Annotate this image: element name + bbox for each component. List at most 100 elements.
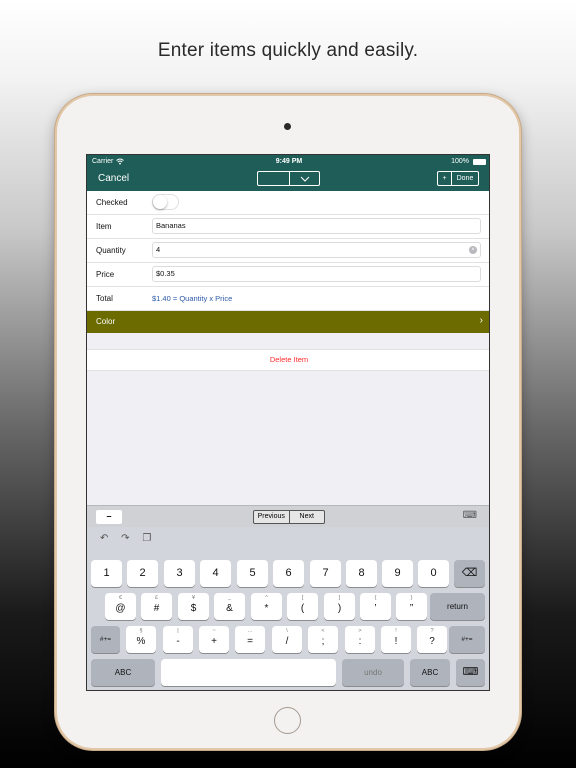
key-hint: ?: [430, 628, 434, 634]
home-button[interactable]: [274, 707, 301, 734]
symbol-key[interactable]: ~ +: [199, 626, 229, 653]
color-row[interactable]: Color ›: [87, 311, 489, 333]
number-key[interactable]: 2: [127, 560, 158, 587]
symbol-key[interactable]: {’: [360, 593, 391, 620]
key-label: /: [285, 636, 289, 647]
symbol-key[interactable]: §%: [126, 626, 156, 653]
item-form: Checked Item Bananas Quantity 4 × Price …: [87, 191, 489, 333]
quantity-field[interactable]: 4 ×: [152, 242, 481, 258]
item-row: Item Bananas: [87, 215, 489, 239]
key-hint: [: [301, 595, 304, 601]
key-label: -: [176, 636, 180, 647]
key-hint: \: [286, 628, 288, 634]
key-label: (: [300, 603, 305, 614]
headline: Enter items quickly and easily.: [157, 40, 419, 61]
key-hint: ^: [265, 595, 268, 601]
quantity-value: 4: [156, 245, 161, 254]
next-button[interactable]: Next: [290, 511, 325, 523]
item-label: Item: [96, 222, 112, 231]
battery-icon: [473, 159, 486, 165]
abc-left-key[interactable]: ABC: [91, 659, 155, 686]
key-label: ): [337, 603, 342, 614]
quantity-label: Quantity: [96, 246, 126, 255]
delete-key[interactable]: ⌫: [454, 560, 485, 587]
segment-blank[interactable]: [258, 172, 290, 185]
space-key[interactable]: [161, 659, 336, 686]
shift-symbols-left-key[interactable]: #+=: [91, 626, 120, 653]
key-hint: <: [321, 628, 325, 634]
status-bar: Carrier 9:49 PM 100%: [87, 155, 489, 169]
symbol-key[interactable]: [(: [287, 593, 318, 620]
key-label: %: [136, 636, 146, 647]
cancel-button[interactable]: Cancel: [98, 173, 129, 184]
key-hint: {: [374, 595, 377, 601]
keyboard-hide-icon[interactable]: ⌨: [463, 510, 477, 521]
key-hint: ]: [338, 595, 341, 601]
price-row: Price $0.35: [87, 263, 489, 287]
previous-button[interactable]: Previous: [254, 511, 290, 523]
shift-symbols-right-key[interactable]: #+=: [449, 626, 485, 653]
number-key[interactable]: 7: [310, 560, 341, 587]
symbol-key[interactable]: ¥ $: [178, 593, 209, 620]
symbol-key[interactable]: _ &: [214, 593, 245, 620]
symbol-key[interactable]: ]): [324, 593, 355, 620]
number-key[interactable]: 4: [200, 560, 231, 587]
symbol-key[interactable]: £ #: [141, 593, 172, 620]
symbol-key[interactable]: \ /: [272, 626, 302, 653]
add-button[interactable]: +: [438, 172, 452, 185]
symbol-key[interactable]: … =: [235, 626, 265, 653]
toggle-knob: [153, 195, 167, 209]
key-hint: ~: [212, 628, 216, 634]
number-key[interactable]: 8: [346, 560, 377, 587]
number-key[interactable]: 9: [382, 560, 413, 587]
prev-next-control: Previous Next: [253, 510, 325, 524]
symbol-key[interactable]: ^ *: [251, 593, 282, 620]
key-hint: ¥: [191, 595, 196, 601]
symbol-key[interactable]: ??: [417, 626, 447, 653]
return-key[interactable]: return: [430, 593, 485, 620]
redo-icon[interactable]: ↷: [121, 533, 129, 544]
chevron-down-icon: [300, 176, 309, 182]
segment-dropdown[interactable]: [290, 172, 319, 185]
symbol-key[interactable]: | -: [163, 626, 193, 653]
price-field[interactable]: $0.35: [152, 266, 481, 282]
number-key[interactable]: 1: [91, 560, 122, 587]
keyboard-dismiss-icon[interactable]: ⌨: [456, 659, 485, 686]
symbol-key[interactable]: }”: [396, 593, 427, 620]
symbol-key[interactable]: >:: [345, 626, 375, 653]
minus-button[interactable]: –: [96, 510, 122, 524]
paste-icon[interactable]: ❐: [142, 533, 151, 544]
total-label: Total: [96, 294, 113, 303]
undo-icon[interactable]: ↶: [100, 533, 108, 544]
undo-key[interactable]: undo: [342, 659, 404, 686]
quantity-row: Quantity 4 ×: [87, 239, 489, 263]
symbol-key[interactable]: <;: [308, 626, 338, 653]
number-key[interactable]: 6: [273, 560, 304, 587]
number-key[interactable]: 5: [237, 560, 268, 587]
done-button[interactable]: Done: [452, 175, 478, 182]
nav-actions: + Done: [437, 171, 479, 186]
key-label: ”: [409, 603, 414, 614]
key-label: ?: [429, 636, 435, 647]
total-value: $1.40 = Quantity x Price: [152, 294, 233, 303]
nav-bar: Cancel + Done: [87, 169, 489, 191]
number-key[interactable]: 3: [164, 560, 195, 587]
abc-right-key[interactable]: ABC: [410, 659, 450, 686]
key-hint: _: [227, 595, 232, 601]
key-label: #: [153, 603, 160, 614]
battery-percent: 100%: [451, 158, 469, 165]
color-label: Color: [96, 317, 116, 326]
symbol-key[interactable]: !!: [381, 626, 411, 653]
checked-toggle[interactable]: [152, 194, 179, 210]
symbol-key[interactable]: € @: [105, 593, 136, 620]
clear-icon[interactable]: ×: [469, 246, 477, 254]
key-label: &: [226, 603, 233, 614]
key-label: ’: [374, 603, 377, 614]
delete-item-button[interactable]: Delete Item: [87, 349, 489, 371]
key-hint: §: [139, 628, 143, 634]
key-hint: }: [410, 595, 413, 601]
number-key[interactable]: 0: [418, 560, 449, 587]
color-segment-control[interactable]: [257, 171, 320, 186]
checked-row: Checked: [87, 191, 489, 215]
item-field[interactable]: Bananas: [152, 218, 481, 234]
